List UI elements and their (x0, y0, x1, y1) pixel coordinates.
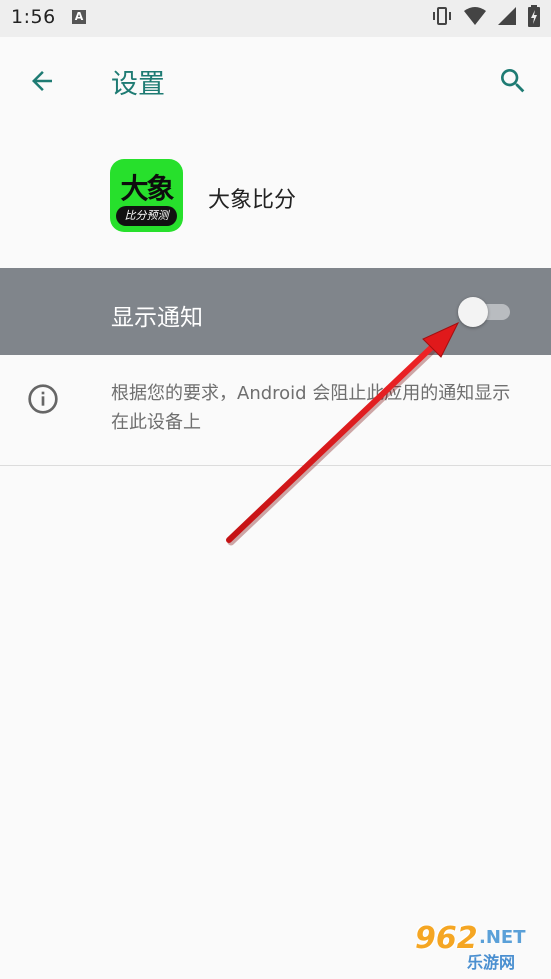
watermark-logo: 962 .NET 乐游网 (403, 921, 543, 973)
page-title: 设置 (111, 69, 165, 100)
watermark-chinese: 乐游网 (467, 953, 516, 972)
toggle-thumb (458, 297, 488, 327)
watermark-suffix: .NET (479, 927, 526, 948)
show-notifications-label: 显示通知 (111, 305, 203, 331)
notification-toggle[interactable] (458, 297, 512, 327)
app-icon-sub-text: 比分预测 (116, 206, 177, 226)
wifi-icon (463, 6, 487, 30)
status-icons (431, 5, 541, 31)
app-name: 大象比分 (208, 188, 297, 213)
status-bar: 1:56 A (0, 0, 551, 37)
status-time: 1:56 (11, 6, 56, 28)
app-bar: 设置 (0, 37, 551, 124)
vibrate-icon (431, 5, 453, 31)
app-icon-main-text: 大象 (120, 172, 174, 205)
signal-icon (497, 6, 517, 30)
back-button[interactable] (22, 61, 62, 101)
notification-badge: A (72, 10, 86, 24)
show-notifications-row[interactable]: 显示通知 (0, 268, 551, 355)
info-icon (28, 384, 58, 414)
search-button[interactable] (493, 61, 533, 101)
app-icon: 大象 比分预测 (110, 159, 183, 232)
info-text: 根据您的要求，Android 会阻止此应用的通知显示在此设备上 (111, 383, 511, 433)
arrow-back-icon (32, 71, 52, 91)
app-header: 大象 比分预测 大象比分 (0, 124, 551, 268)
search-icon (501, 69, 525, 93)
info-row: 根据您的要求，Android 会阻止此应用的通知显示在此设备上 (0, 355, 551, 466)
battery-charging-icon (527, 5, 541, 31)
